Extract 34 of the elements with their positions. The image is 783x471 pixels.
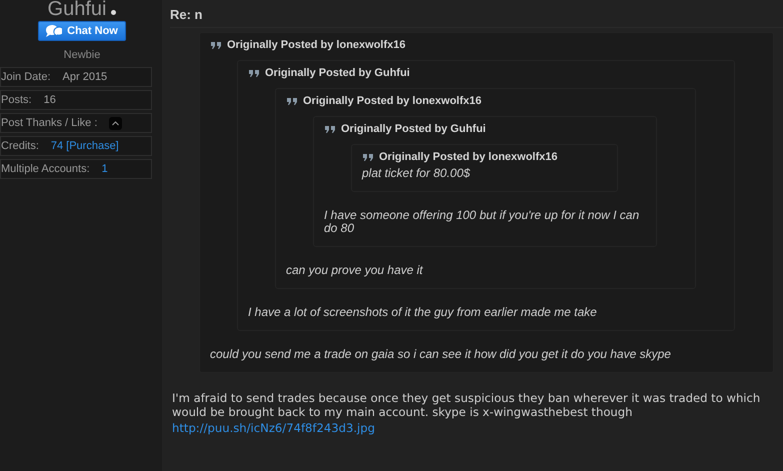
- stat-label: Join Date:: [1, 71, 51, 83]
- quote-heading: Originally Posted by Guhfui: [265, 67, 410, 79]
- chat-now-button[interactable]: Chat Now: [38, 21, 126, 41]
- quote-icon: [362, 152, 374, 162]
- chat-bubbles-icon: [44, 24, 62, 38]
- quote-text: can you prove you have it: [286, 264, 424, 277]
- quote-text: plat ticket for 80.00$: [362, 167, 472, 180]
- quote-icon: [286, 96, 298, 106]
- accounts-link[interactable]: 1: [102, 163, 108, 175]
- credits-link[interactable]: 74: [50, 140, 64, 152]
- quote-heading: Originally Posted by lonexwolfx16: [303, 95, 482, 107]
- quote-heading: Originally Posted by lonexwolfx16: [379, 151, 558, 163]
- stat-label: Posts:: [1, 94, 32, 106]
- post-title: Re: n: [170, 0, 783, 28]
- quote-heading: Originally Posted by Guhfui: [341, 123, 486, 135]
- username[interactable]: Guhfui: [48, 0, 106, 21]
- quote-heading: Originally Posted by lonexwolfx16: [227, 39, 406, 51]
- quote-icon: [210, 40, 222, 50]
- caret-icon: [112, 120, 120, 126]
- caret-button[interactable]: [109, 116, 122, 130]
- stat-value: Apr 2015: [62, 71, 108, 83]
- post-text: I'm afraid to send trades because once they get suspicious they ban wherever it was traded to which would be brought back to my main account. skype is x-wingwasthebest though: [172, 391, 762, 419]
- stat-label: Multiple Accounts:: [1, 163, 90, 175]
- user-rank: Newbie: [64, 49, 100, 61]
- quote-text: I have someone offering 100 but if you're up for it now I can do 80: [324, 209, 640, 235]
- quote-icon: [324, 124, 336, 134]
- quote-icon: [248, 68, 260, 78]
- quote-text: I have a lot of screenshots of it the guy from earlier made me take: [248, 306, 598, 319]
- stat-label: Post Thanks / Like :: [1, 117, 98, 129]
- image-link[interactable]: http://puu.sh/icNz6/74f8f243d3.jpg: [172, 421, 375, 435]
- quote-text: could you send me a trade on gaia so i can see it how did you get it do you have skype: [210, 348, 672, 361]
- purchase-link[interactable]: [Purchase]: [66, 140, 119, 152]
- stat-label: Credits:: [1, 140, 39, 152]
- stat-value: 16: [44, 94, 56, 106]
